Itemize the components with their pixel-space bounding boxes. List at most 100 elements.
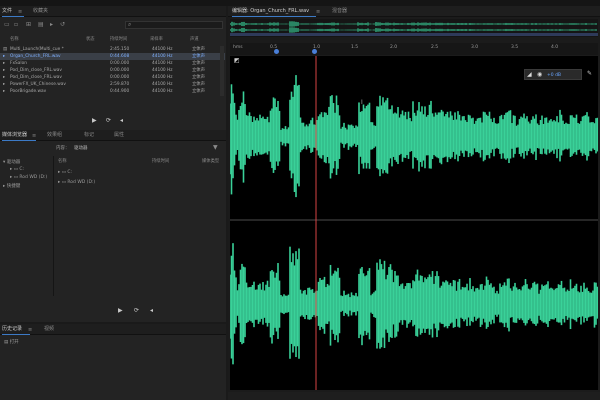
col-channels[interactable]: 声道: [190, 36, 199, 42]
playhead-marker[interactable]: [312, 49, 317, 54]
new-file-icon[interactable]: ▫: [14, 22, 18, 28]
waveform-area[interactable]: ◩ I ◢ ◉ +0 dB ✎: [230, 56, 598, 390]
ruler-tick-label: 3.5: [511, 45, 519, 50]
content-dropdown[interactable]: 驱动器: [74, 145, 88, 151]
file-icon: ▸: [3, 61, 6, 66]
chevron-right-icon: ▸ ▭: [58, 170, 68, 175]
filter-icon[interactable]: ▼: [213, 145, 218, 151]
menu-icon[interactable]: ≡: [32, 133, 36, 139]
tab-video[interactable]: 视频: [44, 324, 54, 335]
list-item[interactable]: ▸ ▭ C:: [58, 170, 72, 175]
file-name: Multi_Launch(Multi_cue *: [10, 47, 64, 52]
search-input[interactable]: ⌕: [125, 21, 223, 29]
file-samplerate: 44100 Hz: [152, 47, 173, 52]
file-duration: 2:59.870: [110, 82, 130, 87]
file-duration: 0:00.000: [110, 75, 130, 80]
autoplay-icon[interactable]: ▸: [50, 22, 53, 28]
volume-hud[interactable]: ◢ ◉ +0 dB: [524, 69, 582, 80]
chevron-right-icon: ▸ ▭: [10, 175, 20, 180]
tab-editor[interactable]: 编辑器: Organ_Church_FRL.wav: [232, 6, 316, 17]
ruler-tick-label: 1.5: [351, 45, 359, 50]
col-name[interactable]: 名称: [58, 158, 67, 164]
list-item[interactable]: ▸ ▭ Rod WD (D:): [58, 180, 95, 185]
overview-viewport[interactable]: [230, 33, 598, 36]
volume-value[interactable]: +0 dB: [547, 73, 561, 78]
file-channels: 立体声: [192, 68, 205, 73]
content-label: 内容：: [56, 146, 70, 151]
file-samplerate: 44100 Hz: [152, 54, 173, 59]
file-name: Pod_Dim_close_FRL.wav: [10, 68, 62, 73]
import-icon[interactable]: ▭: [4, 22, 10, 28]
menu-icon[interactable]: ≡: [18, 9, 22, 15]
close-file-icon[interactable]: ▤: [38, 22, 44, 28]
file-channels: 立体声: [192, 54, 205, 59]
tab-media-browser[interactable]: 媒体浏览器: [2, 130, 36, 141]
waveform-svg: [230, 56, 598, 390]
volume-knob-icon[interactable]: ◉: [537, 72, 542, 78]
loop-play-icon[interactable]: ⟳: [134, 308, 139, 314]
col-status[interactable]: 状态: [86, 36, 95, 42]
files-list: ▤ Multi_Launch(Multi_cue * 2:45.150 44100 H…: [0, 46, 226, 116]
list-item[interactable]: ▸ Organ_Church_FRL.wav 0:44.608 44100 Hz 立体声: [0, 53, 225, 60]
col-duration[interactable]: 持续时间: [152, 158, 169, 164]
list-item[interactable]: ▸ PowerFX_UK_Chinese.wav 2:59.870 44100 Hz 立…: [0, 81, 225, 88]
tree-item[interactable]: ▸ 快捷键: [3, 183, 20, 189]
tree-item[interactable]: ▸ ▭ Rod WD (D:): [10, 175, 47, 180]
list-item[interactable]: ▸ Pod_Dim_close_FRL.wav 0:00.000 44100 Hz 立体…: [0, 74, 225, 81]
tab-history[interactable]: 历史记录: [2, 324, 30, 335]
loop-icon[interactable]: ↺: [60, 22, 65, 28]
history-panel: 历史记录 ≡ 视频 ▤ 打开: [0, 324, 226, 400]
tab-effects-rack[interactable]: 效果组: [47, 130, 62, 141]
file-channels: 立体声: [192, 89, 205, 94]
tree-item[interactable]: ▾ 驱动器: [3, 159, 20, 165]
search-icon: ⌕: [128, 21, 132, 28]
tab-properties[interactable]: 属性: [114, 130, 124, 141]
volume-icon[interactable]: ◂: [150, 308, 153, 314]
menu-icon[interactable]: ≡: [316, 9, 320, 15]
file-icon: ▸: [3, 75, 6, 80]
file-icon: ▸: [3, 82, 6, 87]
file-duration: 2:45.150: [110, 47, 130, 52]
col-name[interactable]: 名称: [10, 36, 19, 42]
list-item[interactable]: ▸ Pod_Dim_close_FRL.wav 0:00.000 44100 Hz 立体…: [0, 67, 225, 74]
list-item[interactable]: ▸ FxSalon 0:00.000 44100 Hz 立体声: [0, 60, 225, 67]
media-toolbar: 内容： 驱动器 ▼: [0, 144, 226, 154]
volume-icon[interactable]: ◂: [120, 118, 123, 124]
chevron-right-icon: ▸ ▭: [58, 180, 68, 185]
history-item[interactable]: ▤ 打开: [4, 339, 19, 345]
ruler-tick-label: 4.0: [551, 45, 559, 50]
media-browser-panel: 媒体浏览器 ≡ 效果组 标记 属性 内容： 驱动器 ▼ ▾ 驱动器 ▸ ▭ C:…: [0, 130, 226, 322]
list-item[interactable]: ▸ PoorBrigade.wav 0:44.900 44100 Hz 立体声: [0, 88, 225, 95]
file-name: Pod_Dim_close_FRL.wav: [10, 75, 62, 80]
play-icon[interactable]: ▶: [92, 118, 97, 124]
file-icon: ▸: [3, 68, 6, 73]
overview-strip[interactable]: [230, 19, 598, 37]
tab-mixer[interactable]: 混音器: [332, 6, 347, 17]
col-duration[interactable]: 持续时间: [110, 36, 127, 42]
insert-icon[interactable]: ⊞: [26, 22, 31, 28]
file-duration: 0:00.000: [110, 61, 130, 66]
tree-item[interactable]: ▸ ▭ C:: [10, 167, 24, 172]
ruler-tick-label: 2.5: [431, 45, 439, 50]
time-ruler[interactable]: hms 0.5 1.0 1.5 2.0 2.5 3.0 3.5 4.0: [230, 43, 598, 55]
file-samplerate: 44100 Hz: [152, 61, 173, 66]
files-toolbar: ▭ ▫ ⊞ ▤ ▸ ↺ ⌕: [0, 18, 226, 32]
selection-start-marker[interactable]: [274, 49, 279, 54]
ruler-tick-label: 3.0: [471, 45, 479, 50]
menu-icon[interactable]: ≡: [28, 327, 32, 333]
file-duration: 0:00.000: [110, 68, 130, 73]
chevron-right-icon: ▸ ▭: [10, 167, 20, 172]
file-samplerate: 44100 Hz: [152, 68, 173, 73]
list-item[interactable]: ▤ Multi_Launch(Multi_cue * 2:45.150 44100 H…: [0, 46, 225, 53]
col-samplerate[interactable]: 采样率: [150, 36, 163, 42]
tab-favorites[interactable]: 收藏夹: [33, 6, 48, 17]
zoom-to-selection-icon[interactable]: ◩: [234, 58, 240, 64]
pin-icon[interactable]: ✎: [587, 71, 592, 77]
col-media-type[interactable]: 媒体类型: [202, 158, 219, 164]
play-icon[interactable]: ▶: [118, 308, 123, 314]
files-scrollbar[interactable]: [220, 46, 224, 96]
file-name: Organ_Church_FRL.wav: [10, 54, 61, 59]
tab-markers[interactable]: 标记: [84, 130, 94, 141]
file-icon: ▤: [3, 47, 8, 52]
loop-play-icon[interactable]: ⟳: [106, 118, 111, 124]
